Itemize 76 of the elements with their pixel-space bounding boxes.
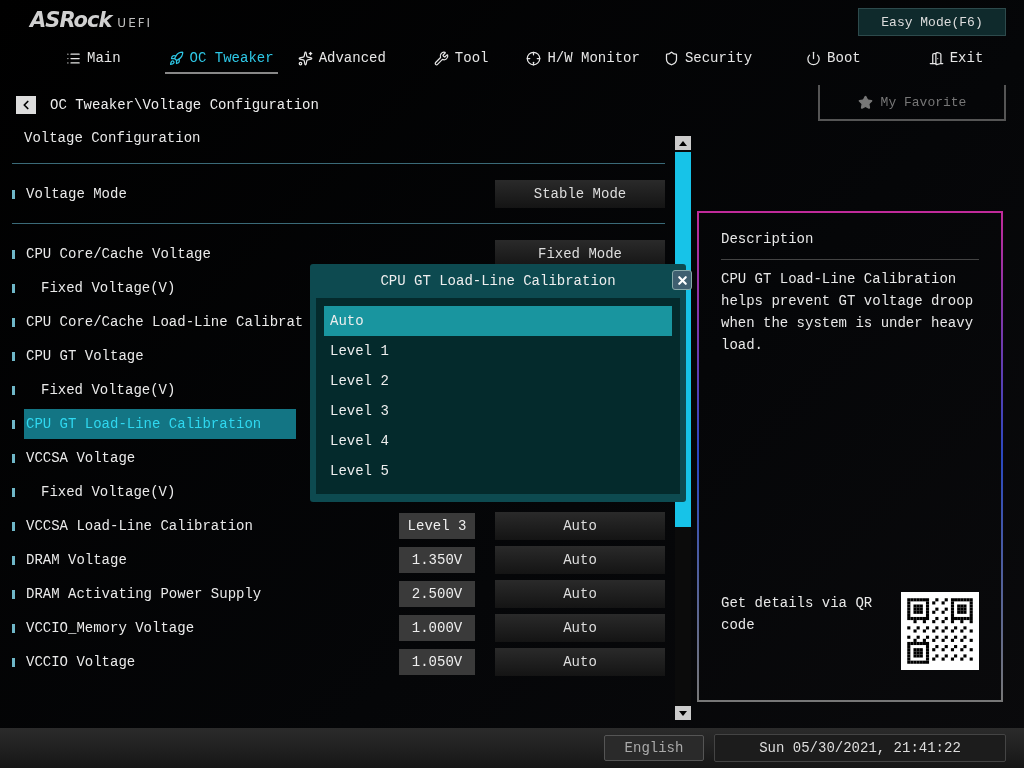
- setting-label[interactable]: VCCSA Voltage: [24, 443, 138, 473]
- setting-label[interactable]: CPU Core/Cache Load-Line Calibrat: [24, 307, 306, 337]
- item-marker: [12, 351, 15, 361]
- option-button[interactable]: Auto: [495, 580, 665, 608]
- scroll-down-icon[interactable]: [675, 706, 691, 720]
- current-value: 2.500V: [399, 581, 475, 607]
- language-button[interactable]: English: [604, 735, 704, 761]
- item-marker: [12, 317, 15, 327]
- section-title: Voltage Configuration: [12, 124, 665, 164]
- popup-title: CPU GT Load-Line Calibration: [379, 272, 617, 291]
- setting-label[interactable]: CPU GT Voltage: [24, 341, 146, 371]
- date-time: Sun 05/30/2021, 21:41:22: [714, 734, 1006, 762]
- popup-option[interactable]: Level 1: [324, 336, 672, 366]
- setting-label[interactable]: Fixed Voltage(V): [24, 375, 178, 405]
- setting-label[interactable]: Fixed Voltage(V): [24, 477, 178, 507]
- qr-hint: Get details via QR code: [721, 594, 874, 635]
- logo: ASRock UEFI: [30, 8, 153, 32]
- item-marker: [12, 487, 15, 497]
- crosshair-icon: [526, 50, 542, 66]
- breadcrumb-path: OC Tweaker\Voltage Configuration: [50, 97, 319, 113]
- item-marker: [12, 189, 15, 199]
- favorite-button[interactable]: My Favorite: [818, 85, 1006, 121]
- rocket-icon: [168, 50, 184, 66]
- current-value: Level 3: [399, 513, 475, 539]
- item-marker: [12, 249, 15, 259]
- door-icon: [928, 50, 944, 66]
- menu-tab[interactable]: Advanced: [293, 46, 390, 74]
- close-icon: [675, 273, 689, 287]
- setting-label[interactable]: VCCIO_Memory Voltage: [24, 613, 197, 643]
- power-icon: [806, 50, 822, 66]
- option-button[interactable]: Auto: [495, 614, 665, 642]
- menu-tab[interactable]: Main: [62, 46, 125, 74]
- item-marker: [12, 623, 15, 633]
- setting-label[interactable]: Voltage Mode: [24, 179, 129, 209]
- back-button[interactable]: [16, 96, 36, 114]
- menu-tab[interactable]: Exit: [924, 46, 988, 74]
- list-icon: [66, 50, 81, 66]
- scroll-up-icon[interactable]: [675, 136, 691, 150]
- setting-label[interactable]: DRAM Voltage: [24, 545, 129, 575]
- close-button[interactable]: [672, 270, 692, 290]
- menu-tab[interactable]: Tool: [429, 46, 493, 74]
- setting-label[interactable]: CPU Core/Cache Voltage: [24, 239, 213, 269]
- item-marker: [12, 521, 15, 531]
- current-value: 1.050V: [399, 649, 475, 675]
- item-marker: [12, 385, 15, 395]
- menu-tab[interactable]: Boot: [802, 46, 865, 74]
- option-button[interactable]: Auto: [495, 512, 665, 540]
- wrench-icon: [433, 50, 449, 66]
- item-marker: [12, 555, 15, 565]
- option-button[interactable]: Auto: [495, 546, 665, 574]
- easy-mode-button[interactable]: Easy Mode(F6): [858, 8, 1006, 36]
- setting-label[interactable]: Fixed Voltage(V): [24, 273, 178, 303]
- menu-tab[interactable]: H/W Monitor: [522, 46, 644, 74]
- option-button[interactable]: Auto: [495, 648, 665, 676]
- popup-option[interactable]: Level 3: [324, 396, 672, 426]
- popup-option[interactable]: Level 2: [324, 366, 672, 396]
- item-marker: [12, 657, 15, 667]
- option-button[interactable]: Stable Mode: [495, 180, 665, 208]
- menu-tab[interactable]: Security: [659, 46, 757, 74]
- description-text: CPU GT Load-Line Calibration helps prevent GT voltage droop when the system is under heavy load.: [721, 270, 975, 355]
- current-value: 1.000V: [399, 615, 475, 641]
- setting-label[interactable]: VCCSA Load-Line Calibration: [24, 511, 255, 541]
- popup-option[interactable]: Level 5: [324, 456, 672, 486]
- menu-tab[interactable]: OC Tweaker: [164, 46, 278, 74]
- description-title: Description: [721, 215, 979, 260]
- star-icon: [297, 50, 313, 66]
- setting-label[interactable]: DRAM Activating Power Supply: [24, 579, 264, 609]
- item-marker: [12, 283, 15, 293]
- star-icon: [857, 94, 873, 110]
- item-marker: [12, 453, 15, 463]
- setting-label[interactable]: VCCIO Voltage: [24, 647, 138, 677]
- item-marker: [12, 589, 15, 599]
- current-value: 1.350V: [399, 547, 475, 573]
- item-marker: [12, 419, 15, 429]
- shield-icon: [663, 50, 679, 66]
- popup-option[interactable]: Level 4: [324, 426, 672, 456]
